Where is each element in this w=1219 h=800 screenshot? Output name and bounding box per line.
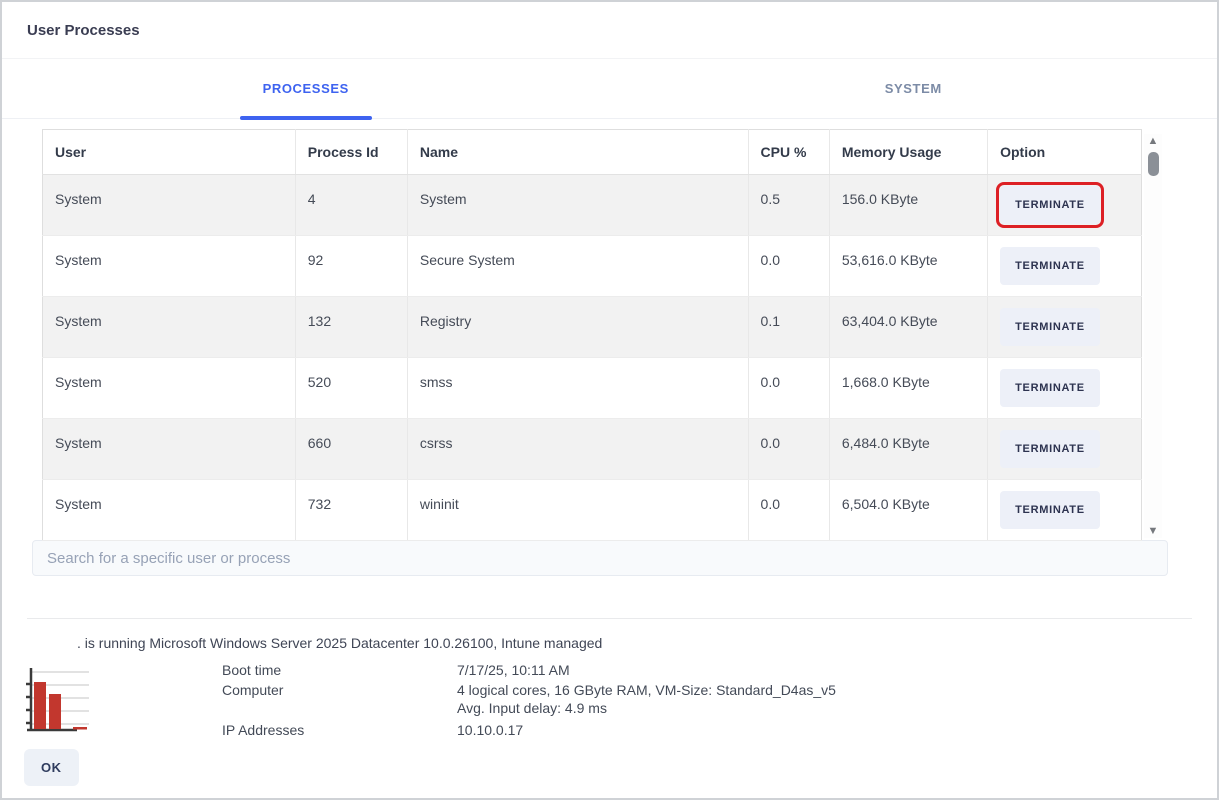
cell-cpu: 0.0 xyxy=(748,236,829,297)
cell-option: TERMINATE xyxy=(988,175,1142,236)
info-field: IP Addresses10.10.0.17 xyxy=(222,722,836,740)
cell-process-id: 132 xyxy=(295,297,407,358)
cell-process-id: 732 xyxy=(295,480,407,541)
column-header-option: Option xyxy=(988,130,1142,175)
tab-processes-label: PROCESSES xyxy=(263,81,349,96)
cell-process-id: 4 xyxy=(295,175,407,236)
column-header-name: Name xyxy=(407,130,748,175)
os-info-line: . is running Microsoft Windows Server 20… xyxy=(77,635,1192,651)
terminate-button[interactable]: TERMINATE xyxy=(1000,491,1100,529)
table-row: System 92 Secure System 0.0 53,616.0 KBy… xyxy=(43,236,1142,297)
cell-option: TERMINATE xyxy=(988,236,1142,297)
cell-cpu: 0.0 xyxy=(748,480,829,541)
info-field-label: Computer xyxy=(222,682,457,718)
cell-memory: 63,404.0 KByte xyxy=(829,297,987,358)
process-table: User Process Id Name CPU % Memory Usage … xyxy=(42,129,1142,541)
cell-process-id: 660 xyxy=(295,419,407,480)
search-bar xyxy=(32,540,1168,576)
cell-memory: 6,504.0 KByte xyxy=(829,480,987,541)
cell-cpu: 0.5 xyxy=(748,175,829,236)
info-field-value: 7/17/25, 10:11 AM xyxy=(457,662,570,680)
table-row: System 520 smss 0.0 1,668.0 KByte TERMIN… xyxy=(43,358,1142,419)
user-processes-dialog: User Processes PROCESSES SYSTEM User Pro… xyxy=(0,0,1219,800)
cell-cpu: 0.0 xyxy=(748,358,829,419)
cell-memory: 53,616.0 KByte xyxy=(829,236,987,297)
cell-name: wininit xyxy=(407,480,748,541)
cell-user: System xyxy=(43,419,296,480)
cell-cpu: 0.1 xyxy=(748,297,829,358)
column-header-user: User xyxy=(43,130,296,175)
cell-option: TERMINATE xyxy=(988,480,1142,541)
cell-process-id: 520 xyxy=(295,358,407,419)
bar-chart-icon xyxy=(17,666,91,734)
table-row: System 660 csrss 0.0 6,484.0 KByte TERMI… xyxy=(43,419,1142,480)
cell-memory: 6,484.0 KByte xyxy=(829,419,987,480)
cell-option: TERMINATE xyxy=(988,419,1142,480)
title-bar: User Processes xyxy=(2,2,1217,59)
cell-memory: 1,668.0 KByte xyxy=(829,358,987,419)
cell-name: smss xyxy=(407,358,748,419)
tab-system[interactable]: SYSTEM xyxy=(610,59,1218,118)
cell-option: TERMINATE xyxy=(988,358,1142,419)
cell-name: csrss xyxy=(407,419,748,480)
cell-user: System xyxy=(43,175,296,236)
table-scrollbar[interactable]: ▲ ▼ xyxy=(1144,134,1162,538)
system-info-section: Boot time7/17/25, 10:11 AMComputer4 logi… xyxy=(17,662,1192,742)
active-tab-indicator xyxy=(240,116,372,120)
cell-user: System xyxy=(43,358,296,419)
search-input[interactable] xyxy=(32,540,1168,576)
terminate-button[interactable]: TERMINATE xyxy=(1000,369,1100,407)
table-header-row: User Process Id Name CPU % Memory Usage … xyxy=(43,130,1142,175)
tab-processes[interactable]: PROCESSES xyxy=(2,59,610,118)
cell-name: Secure System xyxy=(407,236,748,297)
cell-user: System xyxy=(43,236,296,297)
cell-user: System xyxy=(43,297,296,358)
info-field-value: 10.10.0.17 xyxy=(457,722,523,740)
process-table-zone: User Process Id Name CPU % Memory Usage … xyxy=(42,129,1162,541)
terminate-button[interactable]: TERMINATE xyxy=(1000,308,1100,346)
cell-option: TERMINATE xyxy=(988,297,1142,358)
tab-bar: PROCESSES SYSTEM xyxy=(2,59,1217,119)
column-header-memory: Memory Usage xyxy=(829,130,987,175)
cell-user: System xyxy=(43,480,296,541)
tab-system-label: SYSTEM xyxy=(885,81,942,96)
scroll-up-icon[interactable]: ▲ xyxy=(1148,134,1159,148)
info-field-value: 4 logical cores, 16 GByte RAM, VM-Size: … xyxy=(457,682,836,718)
cell-memory: 156.0 KByte xyxy=(829,175,987,236)
footer-divider xyxy=(27,618,1192,619)
table-row: System 732 wininit 0.0 6,504.0 KByte TER… xyxy=(43,480,1142,541)
cell-name: Registry xyxy=(407,297,748,358)
info-field-label: Boot time xyxy=(222,662,457,680)
table-row: System 132 Registry 0.1 63,404.0 KByte T… xyxy=(43,297,1142,358)
info-field: Boot time7/17/25, 10:11 AM xyxy=(222,662,836,680)
cell-process-id: 92 xyxy=(295,236,407,297)
ok-button[interactable]: OK xyxy=(24,749,79,786)
page-title: User Processes xyxy=(27,22,140,39)
terminate-button[interactable]: TERMINATE xyxy=(1000,186,1100,224)
column-header-cpu: CPU % xyxy=(748,130,829,175)
terminate-button[interactable]: TERMINATE xyxy=(1000,247,1100,285)
cell-name: System xyxy=(407,175,748,236)
scrollbar-thumb[interactable] xyxy=(1148,152,1159,176)
column-header-pid: Process Id xyxy=(295,130,407,175)
process-table-body: System 4 System 0.5 156.0 KByte TERMINAT… xyxy=(43,175,1142,541)
scroll-down-icon[interactable]: ▼ xyxy=(1148,524,1159,538)
info-field: Computer4 logical cores, 16 GByte RAM, V… xyxy=(222,682,836,718)
info-field-label: IP Addresses xyxy=(222,722,457,740)
system-info-grid: Boot time7/17/25, 10:11 AMComputer4 logi… xyxy=(222,662,836,742)
cell-cpu: 0.0 xyxy=(748,419,829,480)
table-row: System 4 System 0.5 156.0 KByte TERMINAT… xyxy=(43,175,1142,236)
terminate-button[interactable]: TERMINATE xyxy=(1000,430,1100,468)
